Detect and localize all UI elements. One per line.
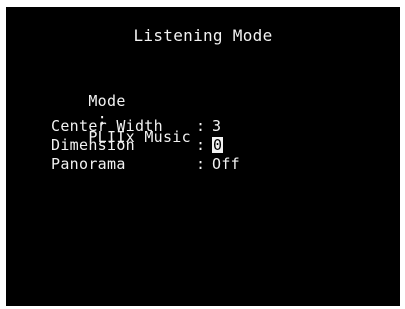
screen-title: Listening Mode bbox=[133, 26, 273, 45]
setting-row-dimension[interactable]: Dimension : 0 bbox=[51, 136, 240, 155]
setting-label: Dimension bbox=[51, 136, 135, 154]
settings-list: Center Width : 3 Dimension : 0 Panorama … bbox=[51, 117, 240, 174]
setting-separator: : bbox=[196, 155, 206, 173]
setting-separator: : bbox=[196, 117, 206, 135]
setting-label: Panorama bbox=[51, 155, 126, 173]
mode-label: Mode bbox=[88, 92, 126, 110]
setting-value: Off bbox=[212, 155, 240, 173]
setting-row-panorama[interactable]: Panorama : Off bbox=[51, 155, 240, 174]
setting-separator: : bbox=[196, 136, 206, 154]
setting-value: 3 bbox=[212, 117, 222, 135]
setting-value-selected: 0 bbox=[212, 136, 224, 154]
setting-label: Center Width bbox=[51, 117, 163, 135]
osd-screen: Listening Mode Mode : PLIIx Music Center… bbox=[6, 7, 400, 306]
setting-row-center-width[interactable]: Center Width : 3 bbox=[51, 117, 240, 136]
